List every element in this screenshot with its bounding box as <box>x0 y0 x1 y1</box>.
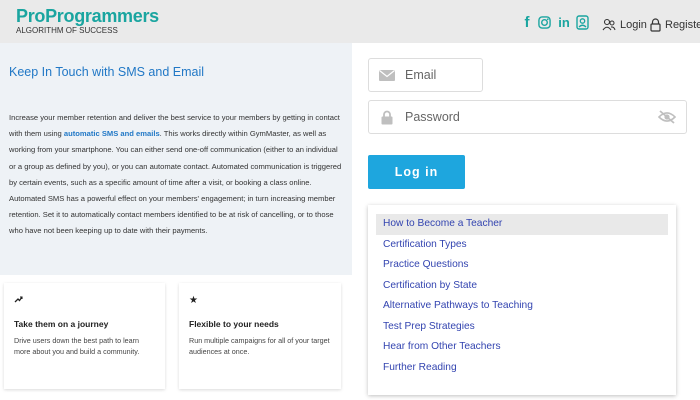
brand-name: ProProgrammers <box>16 6 159 26</box>
facebook-link[interactable]: f <box>519 13 535 31</box>
lock-icon <box>650 18 661 32</box>
feature-card-flexible: ★ Flexible to your needs Run multiple ca… <box>179 283 341 389</box>
info-title: Keep In Touch with SMS and Email <box>9 65 205 79</box>
menu-item-hear-from-teachers[interactable]: Hear from Other Teachers <box>376 337 668 358</box>
password-input[interactable] <box>405 110 686 124</box>
eye-slash-icon[interactable] <box>657 110 677 129</box>
login-label: Login <box>620 18 647 31</box>
brand-logo[interactable]: ProProgrammers ALGORITHM OF SUCCESS <box>16 7 159 37</box>
email-field[interactable] <box>368 58 483 92</box>
site-header: ProProgrammers ALGORITHM OF SUCCESS f in… <box>0 0 700 43</box>
menu-item-test-prep[interactable]: Test Prep Strategies <box>376 317 668 338</box>
lock-icon <box>369 110 405 125</box>
login-button[interactable]: Log in <box>368 155 465 189</box>
envelope-icon <box>369 69 405 81</box>
users-icon <box>602 18 616 31</box>
register-label: Register <box>665 19 700 31</box>
menu-item-practice-questions[interactable]: Practice Questions <box>376 255 668 276</box>
info-paragraph: Increase your member retention and deliv… <box>9 110 345 240</box>
badge-link[interactable] <box>574 14 590 30</box>
email-input[interactable] <box>405 68 482 82</box>
instagram-link[interactable] <box>536 14 552 30</box>
star-icon: ★ <box>189 295 198 306</box>
trend-icon <box>14 295 155 309</box>
feature-card-journey: Take them on a journey Drive users down … <box>4 283 165 389</box>
menu-item-certification-types[interactable]: Certification Types <box>376 235 668 256</box>
instagram-icon <box>536 14 552 30</box>
card-text: Run multiple campaigns for all of your t… <box>189 336 330 356</box>
brand-tagline: ALGORITHM OF SUCCESS <box>16 26 118 35</box>
menu-item-alternative-pathways[interactable]: Alternative Pathways to Teaching <box>376 296 668 317</box>
info-text-end: . This works directly within GymMaster, … <box>9 129 342 236</box>
topic-dropdown-menu: How to Become a Teacher Certification Ty… <box>368 205 676 395</box>
card-title: Flexible to your needs <box>189 319 279 329</box>
linkedin-icon: in <box>558 14 570 30</box>
menu-item-become-teacher[interactable]: How to Become a Teacher <box>376 214 668 235</box>
linkedin-link[interactable]: in <box>556 14 572 30</box>
menu-item-further-reading[interactable]: Further Reading <box>376 358 668 379</box>
facebook-icon: f <box>524 13 530 31</box>
menu-item-certification-by-state[interactable]: Certification by State <box>376 276 668 297</box>
sms-email-link[interactable]: automatic SMS and emails <box>64 129 160 138</box>
password-field[interactable] <box>368 100 687 134</box>
register-link[interactable]: Register <box>650 18 700 32</box>
login-link[interactable]: Login <box>602 18 647 31</box>
card-title: Take them on a journey <box>14 319 109 329</box>
badge-icon <box>574 14 590 30</box>
card-text: Drive users down the best path to learn … <box>14 336 140 356</box>
